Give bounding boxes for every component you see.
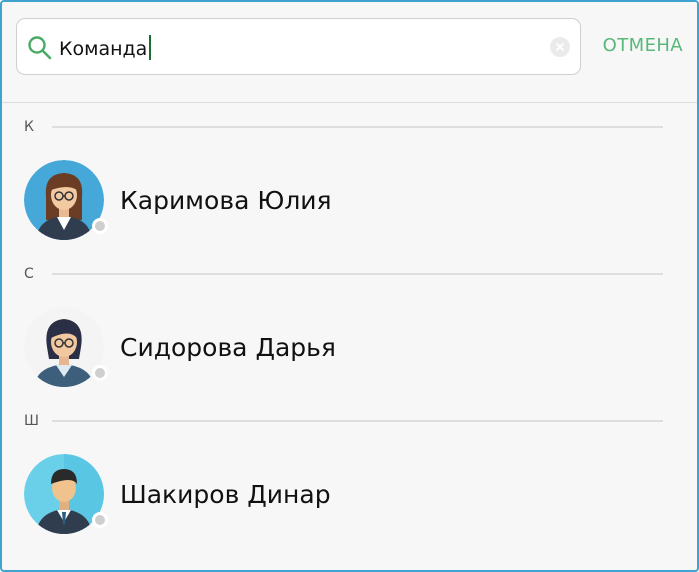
contact-name: Каримова Юлия bbox=[120, 185, 332, 215]
status-indicator bbox=[92, 365, 108, 381]
search-query: Команда bbox=[59, 35, 152, 61]
contact-list-item[interactable]: Шакиров Динар bbox=[24, 453, 697, 535]
search-icon bbox=[28, 36, 52, 60]
avatar bbox=[24, 307, 108, 387]
app-window: Команда ОТМЕНА К Каримова Юлия С Сидоров… bbox=[0, 0, 699, 572]
section-letter: К bbox=[24, 119, 34, 135]
section-header-s: С bbox=[24, 264, 663, 284]
section-divider bbox=[52, 420, 663, 422]
cancel-button[interactable]: ОТМЕНА bbox=[603, 35, 683, 56]
status-indicator bbox=[92, 512, 108, 528]
text-caret bbox=[149, 35, 152, 60]
section-letter: Ш bbox=[24, 413, 39, 429]
section-letter: С bbox=[24, 266, 34, 282]
avatar bbox=[24, 160, 108, 240]
search-bar: Команда ОТМЕНА bbox=[2, 2, 697, 103]
section-divider bbox=[52, 273, 663, 275]
status-indicator bbox=[92, 218, 108, 234]
contact-list-item[interactable]: Сидорова Дарья bbox=[24, 306, 697, 388]
section-header-sh: Ш bbox=[24, 411, 663, 431]
contact-list-item[interactable]: Каримова Юлия bbox=[24, 159, 697, 241]
contact-name: Сидорова Дарья bbox=[120, 332, 336, 362]
clear-icon[interactable] bbox=[550, 37, 570, 57]
search-query-text: Команда bbox=[59, 38, 148, 60]
section-header-k: К bbox=[24, 117, 663, 137]
section-divider bbox=[52, 126, 663, 128]
contact-name: Шакиров Динар bbox=[120, 479, 331, 509]
search-input[interactable]: Команда bbox=[16, 18, 581, 75]
avatar bbox=[24, 454, 108, 534]
